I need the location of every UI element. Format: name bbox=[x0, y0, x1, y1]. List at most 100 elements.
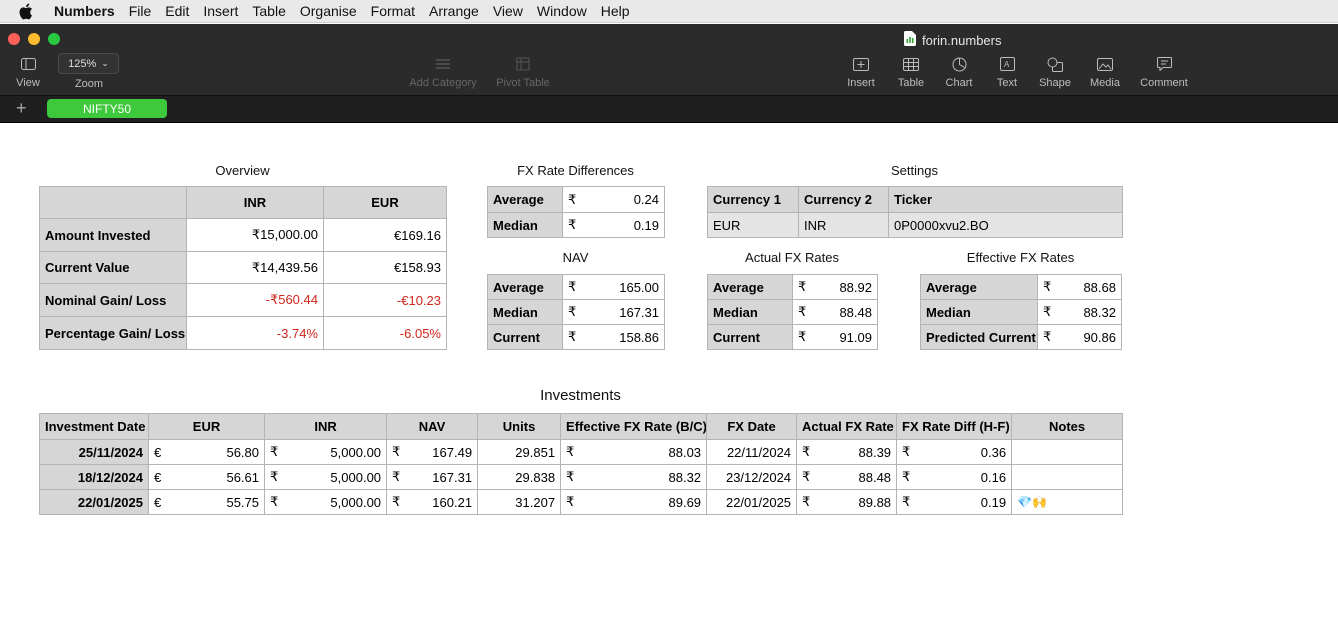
header-actual-fx-rate[interactable]: Actual FX Rate bbox=[796, 413, 898, 440]
menu-app-name[interactable]: Numbers bbox=[54, 3, 115, 19]
media-button[interactable]: Media bbox=[1087, 56, 1123, 89]
cell-nav[interactable]: 167.49 bbox=[402, 439, 479, 465]
nav-value[interactable]: 167.31 bbox=[580, 299, 665, 325]
overview-cell-inr[interactable]: -3.74% bbox=[186, 316, 324, 350]
menu-format[interactable]: Format bbox=[371, 3, 415, 19]
cell-fx-rate-diff[interactable]: 0.36 bbox=[912, 439, 1013, 465]
header-nav[interactable]: NAV bbox=[386, 413, 479, 440]
cell-fx-date[interactable]: 22/01/2025 bbox=[706, 489, 798, 515]
zoom-window-button[interactable] bbox=[48, 33, 60, 45]
overview-row-label[interactable]: Percentage Gain/ Loss bbox=[39, 316, 187, 350]
cell-effective-fx-rate[interactable]: 88.03 bbox=[576, 439, 708, 465]
view-button[interactable]: View bbox=[14, 56, 42, 89]
settings-header-currency2[interactable]: Currency 2 bbox=[798, 186, 889, 213]
menu-arrange[interactable]: Arrange bbox=[429, 3, 479, 19]
nav-value[interactable]: 158.86 bbox=[580, 324, 665, 350]
cell-inr[interactable]: 5,000.00 bbox=[280, 464, 388, 490]
cell-nav[interactable]: 167.31 bbox=[402, 464, 479, 490]
effective-fx-value[interactable]: 90.86 bbox=[1055, 324, 1122, 350]
overview-cell-inr[interactable]: ₹15,000.00 bbox=[186, 218, 324, 252]
comment-button[interactable]: Comment bbox=[1136, 56, 1192, 89]
overview-corner-cell[interactable] bbox=[39, 186, 187, 219]
cell-units[interactable]: 29.851 bbox=[477, 439, 562, 465]
add-category-button[interactable]: Add Category bbox=[405, 56, 481, 89]
nav-value[interactable]: 165.00 bbox=[580, 274, 665, 300]
cell-investment-date[interactable]: 22/01/2025 bbox=[39, 489, 149, 515]
menu-file[interactable]: File bbox=[129, 3, 152, 19]
apple-icon[interactable] bbox=[18, 3, 40, 20]
actual-fx-value[interactable]: 88.92 bbox=[810, 274, 878, 300]
settings-currency2-cell[interactable]: INR bbox=[798, 212, 889, 238]
menu-view[interactable]: View bbox=[493, 3, 523, 19]
actual-fx-row-label[interactable]: Average bbox=[707, 274, 793, 300]
cell-fx-date[interactable]: 22/11/2024 bbox=[706, 439, 798, 465]
effective-fx-row-label[interactable]: Median bbox=[920, 299, 1038, 325]
overview-row-label[interactable]: Amount Invested bbox=[39, 218, 187, 252]
settings-currency1-cell[interactable]: EUR bbox=[707, 212, 799, 238]
pivot-table-button[interactable]: Pivot Table bbox=[492, 56, 554, 89]
overview-cell-inr[interactable]: -₹560.44 bbox=[186, 283, 324, 317]
header-inr[interactable]: INR bbox=[264, 413, 388, 440]
effective-fx-value[interactable]: 88.68 bbox=[1055, 274, 1122, 300]
effective-fx-value[interactable]: 88.32 bbox=[1055, 299, 1122, 325]
overview-header-inr[interactable]: INR bbox=[186, 186, 324, 219]
settings-ticker-cell[interactable]: 0P0000xvu2.BO bbox=[888, 212, 1123, 238]
overview-row-label[interactable]: Nominal Gain/ Loss bbox=[39, 283, 187, 317]
cell-effective-fx-rate[interactable]: 88.32 bbox=[576, 464, 708, 490]
header-investment-date[interactable]: Investment Date bbox=[39, 413, 149, 440]
text-button[interactable]: A Text bbox=[992, 56, 1022, 89]
insert-button[interactable]: Insert bbox=[844, 56, 878, 89]
cell-eur[interactable]: 56.80 bbox=[164, 439, 266, 465]
overview-cell-eur[interactable]: €169.16 bbox=[323, 218, 447, 252]
shape-button[interactable]: Shape bbox=[1037, 56, 1073, 89]
settings-header-currency1[interactable]: Currency 1 bbox=[707, 186, 799, 213]
menu-organise[interactable]: Organise bbox=[300, 3, 357, 19]
cell-nav[interactable]: 160.21 bbox=[402, 489, 479, 515]
overview-cell-eur[interactable]: -6.05% bbox=[323, 316, 447, 350]
cell-investment-date[interactable]: 18/12/2024 bbox=[39, 464, 149, 490]
overview-cell-eur[interactable]: €158.93 bbox=[323, 251, 447, 284]
actual-fx-row-label[interactable]: Median bbox=[707, 299, 793, 325]
menu-edit[interactable]: Edit bbox=[165, 3, 189, 19]
cell-notes[interactable] bbox=[1011, 439, 1124, 465]
header-units[interactable]: Units bbox=[477, 413, 562, 440]
table-button[interactable]: Table bbox=[894, 56, 928, 89]
cell-notes[interactable] bbox=[1011, 464, 1124, 490]
cell-inr[interactable]: 5,000.00 bbox=[280, 489, 388, 515]
cell-effective-fx-rate[interactable]: 89.69 bbox=[576, 489, 708, 515]
overview-row-label[interactable]: Current Value bbox=[39, 251, 187, 284]
overview-cell-eur[interactable]: -€10.23 bbox=[323, 283, 447, 317]
chart-button[interactable]: Chart bbox=[941, 56, 977, 89]
settings-header-ticker[interactable]: Ticker bbox=[888, 186, 1123, 213]
cell-eur[interactable]: 55.75 bbox=[164, 489, 266, 515]
effective-fx-row-label[interactable]: Average bbox=[920, 274, 1038, 300]
menu-table[interactable]: Table bbox=[252, 3, 285, 19]
header-effective-fx-rate[interactable]: Effective FX Rate (B/C) bbox=[560, 413, 708, 440]
fx-diff-value[interactable]: 0.24 bbox=[580, 186, 665, 213]
fx-diff-row-label[interactable]: Average bbox=[487, 186, 563, 213]
cell-fx-date[interactable]: 23/12/2024 bbox=[706, 464, 798, 490]
menu-window[interactable]: Window bbox=[537, 3, 587, 19]
header-eur[interactable]: EUR bbox=[147, 413, 266, 440]
cell-units[interactable]: 31.207 bbox=[477, 489, 562, 515]
effective-fx-row-label[interactable]: Predicted Current bbox=[920, 324, 1038, 350]
menu-insert[interactable]: Insert bbox=[203, 3, 238, 19]
overview-header-eur[interactable]: EUR bbox=[323, 186, 447, 219]
actual-fx-row-label[interactable]: Current bbox=[707, 324, 793, 350]
cell-fx-rate-diff[interactable]: 0.16 bbox=[912, 464, 1013, 490]
sheet-tab-nifty50[interactable]: NIFTY50 bbox=[47, 99, 167, 118]
cell-inr[interactable]: 5,000.00 bbox=[280, 439, 388, 465]
minimize-window-button[interactable] bbox=[28, 33, 40, 45]
cell-units[interactable]: 29.838 bbox=[477, 464, 562, 490]
header-fx-date[interactable]: FX Date bbox=[706, 413, 798, 440]
add-sheet-button[interactable]: + bbox=[16, 98, 27, 119]
header-fx-rate-diff[interactable]: FX Rate Diff (H-F) bbox=[896, 413, 1013, 440]
zoom-select[interactable]: 125% ⌄ bbox=[58, 53, 119, 74]
cell-notes[interactable]: 💎🙌 bbox=[1011, 489, 1124, 515]
close-window-button[interactable] bbox=[8, 33, 20, 45]
cell-actual-fx-rate[interactable]: 88.39 bbox=[812, 439, 898, 465]
cell-investment-date[interactable]: 25/11/2024 bbox=[39, 439, 149, 465]
overview-cell-inr[interactable]: ₹14,439.56 bbox=[186, 251, 324, 284]
cell-eur[interactable]: 56.61 bbox=[164, 464, 266, 490]
nav-row-label[interactable]: Current bbox=[487, 324, 563, 350]
